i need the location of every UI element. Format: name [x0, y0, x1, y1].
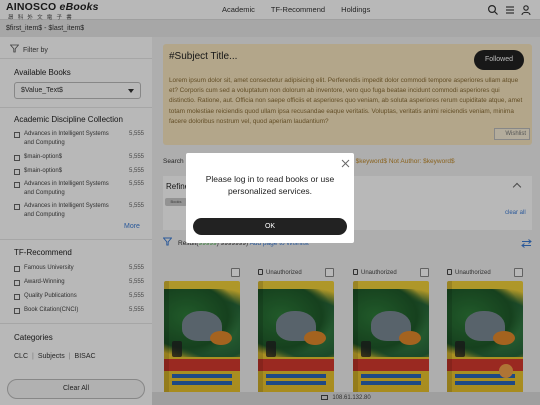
login-modal: Please log in to read books or use perso… — [186, 153, 354, 243]
close-icon[interactable] — [341, 159, 350, 168]
modal-message: Please log in to read books or use perso… — [205, 174, 335, 196]
ok-button[interactable]: OK — [193, 218, 347, 235]
